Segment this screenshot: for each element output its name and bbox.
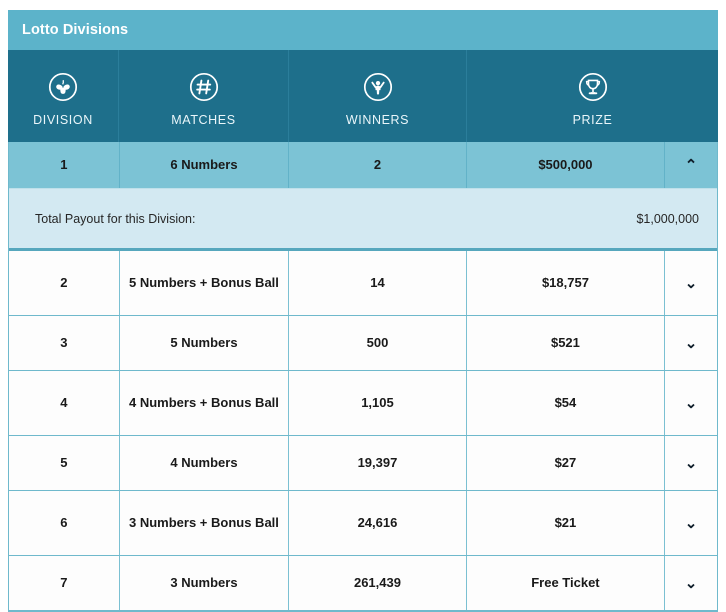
column-header-winners-label: WINNERS (345, 112, 410, 127)
column-header-prize: PRIZE (467, 50, 718, 142)
hash-icon (187, 70, 221, 104)
chevron-up-icon: ⌃ (684, 156, 698, 174)
payout-label: Total Payout for this Division: (35, 211, 196, 226)
clover-icon (46, 70, 80, 104)
column-header-winners: WINNERS (289, 50, 467, 142)
column-header-division-label: DIVISION (33, 112, 93, 127)
division-number: 5 (9, 436, 120, 490)
division-matches: 4 Numbers (120, 436, 290, 490)
chevron-down-icon: ⌄ (684, 334, 698, 352)
division-winners: 14 (289, 251, 467, 315)
winner-person-icon (361, 70, 395, 104)
column-header-matches-label: MATCHES (171, 112, 236, 127)
division-matches: 5 Numbers (120, 316, 290, 370)
division-row-expanded[interactable]: 1 6 Numbers 2 $500,000 ⌃ (9, 142, 717, 189)
division-row[interactable]: 5 4 Numbers 19,397 $27 ⌄ (9, 436, 717, 491)
division-number: 1 (9, 142, 120, 188)
division-row[interactable]: 7 3 Numbers 261,439 Free Ticket ⌄ (9, 556, 717, 611)
lotto-divisions-widget: Lotto Divisions DIVISION MATCHES WINNERS… (8, 10, 718, 612)
widget-title-bar: Lotto Divisions (8, 10, 718, 50)
widget-title: Lotto Divisions (22, 22, 129, 38)
division-winners: 261,439 (289, 556, 467, 610)
division-prize: $521 (467, 316, 666, 370)
column-header-prize-label: PRIZE (572, 112, 613, 127)
division-prize: $21 (467, 491, 666, 555)
division-prize: Free Ticket (467, 556, 666, 610)
division-matches: 3 Numbers + Bonus Ball (120, 491, 290, 555)
division-number: 3 (9, 316, 120, 370)
division-winners: 19,397 (289, 436, 467, 490)
division-row[interactable]: 3 5 Numbers 500 $521 ⌄ (9, 316, 717, 371)
division-row[interactable]: 2 5 Numbers + Bonus Ball 14 $18,757 ⌄ (9, 251, 717, 316)
expand-row-button[interactable]: ⌄ (665, 316, 717, 370)
chevron-down-icon: ⌄ (684, 274, 698, 292)
division-winners: 2 (289, 142, 467, 188)
collapse-row-button[interactable]: ⌃ (665, 142, 717, 188)
division-winners: 1,105 (289, 371, 467, 435)
division-number: 2 (9, 251, 120, 315)
division-row[interactable]: 4 4 Numbers + Bonus Ball 1,105 $54 ⌄ (9, 371, 717, 436)
division-payout-panel: Total Payout for this Division: $1,000,0… (9, 189, 717, 251)
division-prize: $500,000 (467, 142, 666, 188)
trophy-icon (576, 70, 610, 104)
expand-row-button[interactable]: ⌄ (665, 436, 717, 490)
division-matches: 3 Numbers (120, 556, 290, 610)
chevron-down-icon: ⌄ (684, 514, 698, 532)
table-column-header: DIVISION MATCHES WINNERS PRIZE (8, 50, 718, 142)
expand-row-button[interactable]: ⌄ (665, 371, 717, 435)
division-number: 4 (9, 371, 120, 435)
chevron-down-icon: ⌄ (684, 394, 698, 412)
expand-row-button[interactable]: ⌄ (665, 491, 717, 555)
division-row[interactable]: 6 3 Numbers + Bonus Ball 24,616 $21 ⌄ (9, 491, 717, 556)
division-winners: 24,616 (289, 491, 467, 555)
column-header-matches: MATCHES (119, 50, 289, 142)
division-prize: $27 (467, 436, 666, 490)
division-number: 6 (9, 491, 120, 555)
division-matches: 5 Numbers + Bonus Ball (120, 251, 290, 315)
column-header-division: DIVISION (8, 50, 119, 142)
division-matches: 6 Numbers (120, 142, 290, 188)
table-body: 1 6 Numbers 2 $500,000 ⌃ Total Payout fo… (8, 142, 718, 612)
chevron-down-icon: ⌄ (684, 454, 698, 472)
division-winners: 500 (289, 316, 467, 370)
division-prize: $54 (467, 371, 666, 435)
expand-row-button[interactable]: ⌄ (665, 556, 717, 610)
expand-row-button[interactable]: ⌄ (665, 251, 717, 315)
division-number: 7 (9, 556, 120, 610)
chevron-down-icon: ⌄ (684, 574, 698, 592)
payout-value: $1,000,000 (636, 211, 699, 226)
division-matches: 4 Numbers + Bonus Ball (120, 371, 290, 435)
division-prize: $18,757 (467, 251, 666, 315)
